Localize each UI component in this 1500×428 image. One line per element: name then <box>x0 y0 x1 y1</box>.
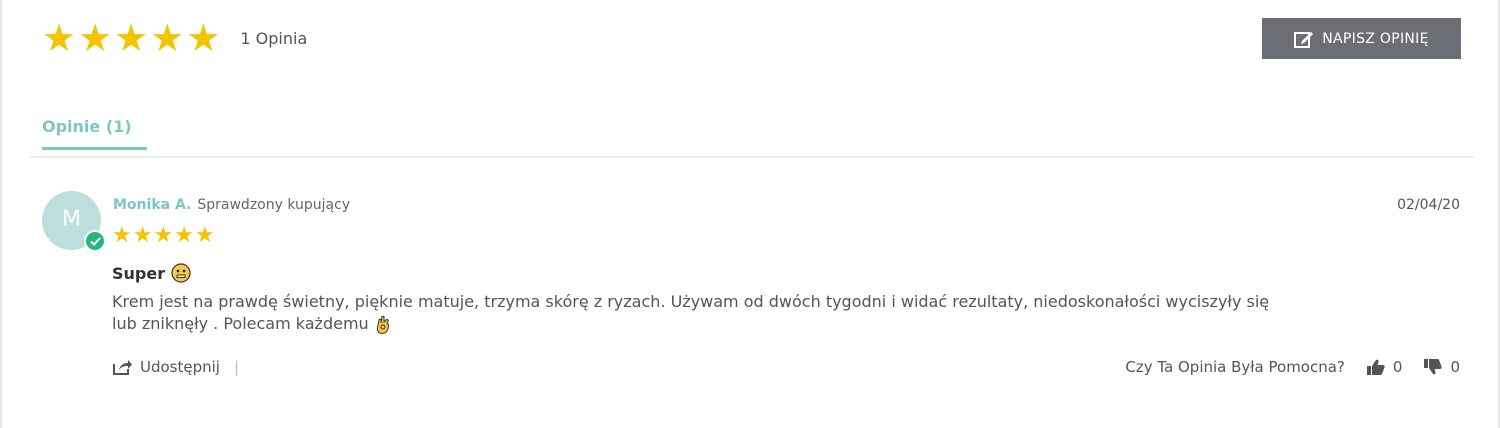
thumbs-down-count: 0 <box>1450 358 1460 376</box>
write-review-label: NAPISZ OPINIĘ <box>1322 30 1429 47</box>
share-button[interactable]: Udostępnij | <box>112 358 239 376</box>
review-author-line: Monika A. Sprawdzony kupujący <box>113 197 350 213</box>
frame-left-border <box>0 0 2 428</box>
share-label: Udostępnij <box>140 358 220 376</box>
edit-icon <box>1294 31 1314 48</box>
summary-stars: ★ ★ ★ ★ ★ <box>42 19 220 57</box>
tab-active-indicator <box>42 147 147 150</box>
review-body: Krem jest na prawdę świetny, pięknie mat… <box>112 291 1462 335</box>
verified-check-icon <box>84 230 106 252</box>
star-icon: ★ <box>186 16 221 60</box>
rating-summary: ★ ★ ★ ★ ★ 1 Opinia <box>42 18 307 58</box>
star-icon: ★ <box>132 223 153 248</box>
star-icon: ★ <box>112 223 132 248</box>
helpful-question: Czy Ta Opinia Była Pomocna? <box>1125 358 1345 376</box>
star-icon: ★ <box>174 223 194 248</box>
thumbs-up-button[interactable]: 0 <box>1366 358 1403 376</box>
avatar-initial: M <box>62 207 81 232</box>
thumbs-up-icon <box>1366 359 1385 375</box>
review-count: 1 Opinia <box>240 28 308 48</box>
thumbs-down-button[interactable]: 0 <box>1424 358 1460 376</box>
smiley-emoji-icon <box>171 263 191 283</box>
separator: | <box>233 358 240 376</box>
review-body-line: lub zniknęły . Polecam każdemu <box>112 314 369 333</box>
tab-divider <box>30 156 1474 158</box>
star-icon: ★ <box>150 16 185 60</box>
review-date: 02/04/20 <box>1397 197 1460 213</box>
star-icon: ★ <box>194 223 215 248</box>
star-icon: ★ <box>153 223 174 248</box>
tab-reviews[interactable]: Opinie (1) <box>42 117 132 136</box>
star-icon: ★ <box>78 16 113 60</box>
thumbs-down-icon <box>1424 359 1443 375</box>
star-icon: ★ <box>114 16 149 60</box>
review-title: Super <box>112 263 191 283</box>
ok-hand-emoji-icon <box>376 315 389 334</box>
thumbs-up-count: 0 <box>1392 358 1403 376</box>
write-review-button[interactable]: NAPISZ OPINIĘ <box>1262 18 1461 59</box>
review-body-line-2: lub zniknęły . Polecam każdemu <box>112 313 1462 335</box>
review-stars: ★ ★ ★ ★ ★ <box>112 225 215 247</box>
star-icon: ★ <box>42 16 77 60</box>
helpful-section: Czy Ta Opinia Była Pomocna? 0 0 <box>1125 358 1460 376</box>
review-body-line: Krem jest na prawdę świetny, pięknie mat… <box>112 292 1270 311</box>
verified-buyer-label: Sprawdzony kupujący <box>197 197 351 213</box>
review-title-text: Super <box>112 263 166 283</box>
share-icon <box>113 360 132 375</box>
author-name: Monika A. <box>113 197 192 213</box>
